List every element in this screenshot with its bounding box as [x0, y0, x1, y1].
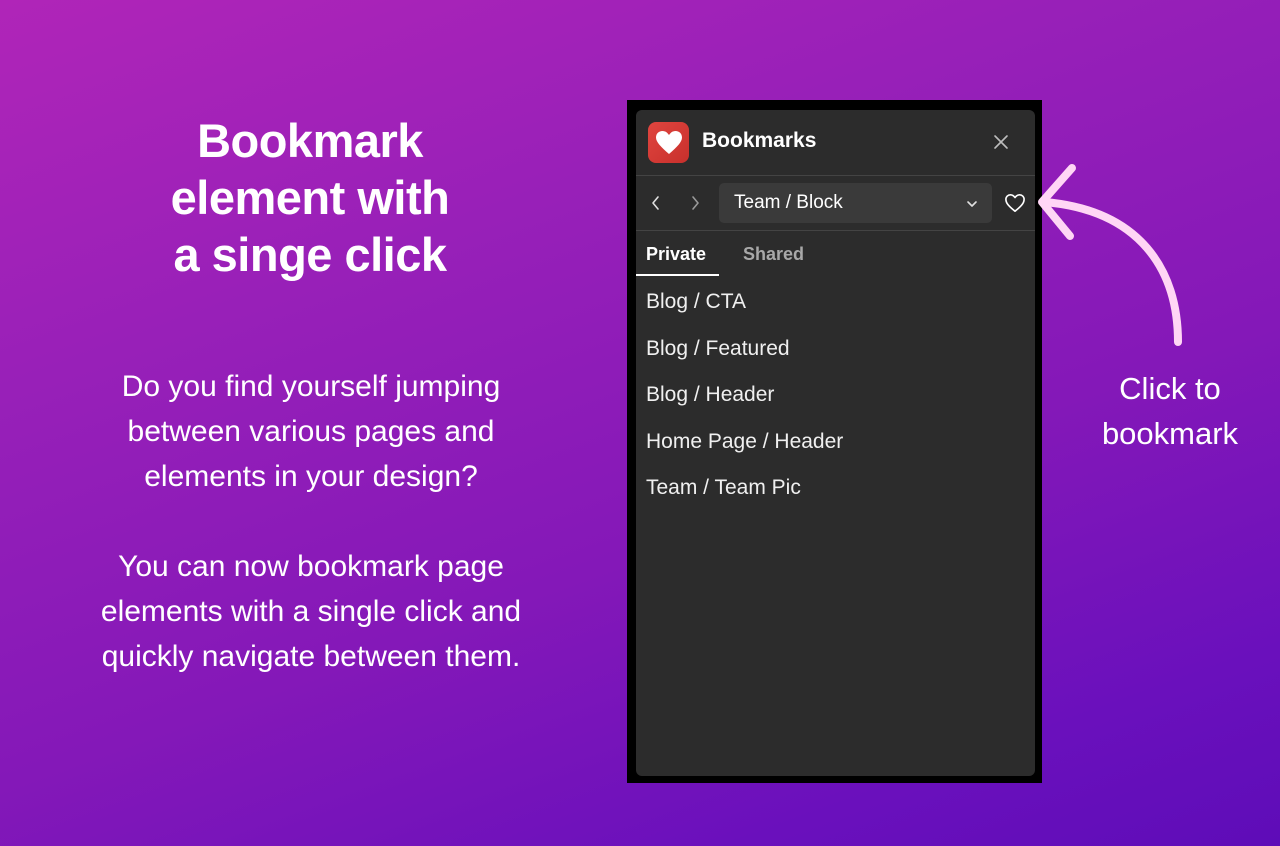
paragraph2-line-3: quickly navigate between them.	[101, 640, 521, 673]
headline-line-3: a singe click	[173, 228, 447, 281]
bookmark-item[interactable]: Blog / Featured	[636, 335, 1035, 382]
close-icon[interactable]	[988, 129, 1014, 155]
tab-shared[interactable]: Shared	[743, 244, 804, 265]
bookmark-item[interactable]: Home Page / Header	[636, 428, 1035, 475]
callout-label-line-1: Click to	[1119, 371, 1221, 406]
bookmark-item[interactable]: Blog / Header	[636, 381, 1035, 428]
heart-logo-icon	[648, 122, 689, 163]
callout-label: Click to bookmark	[1080, 366, 1260, 456]
paragraph1-line-2: between various pages and	[127, 415, 495, 448]
headline-line-1: Bookmark	[197, 114, 423, 167]
chevron-down-icon	[967, 201, 977, 207]
callout-label-line-2: bookmark	[1101, 416, 1239, 451]
chevron-left-icon[interactable]	[644, 191, 668, 215]
bookmark-item[interactable]: Team / Team Pic	[636, 474, 1035, 521]
paragraph1-line-3: elements in your design?	[144, 460, 478, 493]
promo-paragraph-answer: You can now bookmark page elements with …	[40, 544, 582, 679]
heart-outline-icon[interactable]	[1001, 190, 1029, 216]
paragraph2-line-1: You can now bookmark page	[118, 550, 504, 583]
paragraph1-line-1: Do you find yourself jumping	[121, 370, 501, 403]
bookmarks-panel: Bookmarks Team / Block Private Shared Bl…	[636, 110, 1035, 776]
tab-private[interactable]: Private	[646, 244, 706, 265]
selected-element-label: Team / Block	[734, 192, 843, 213]
panel-title: Bookmarks	[702, 129, 817, 152]
paragraph2-line-2: elements with a single click and	[100, 595, 522, 628]
bookmark-item[interactable]: Blog / CTA	[636, 288, 1035, 335]
promo-headline: Bookmark element with a singe click	[110, 112, 510, 283]
navigation-bar: Team / Block	[636, 176, 1035, 231]
active-tab-indicator	[636, 274, 719, 276]
chevron-right-icon[interactable]	[683, 191, 707, 215]
promo-paragraph-question: Do you find yourself jumping between var…	[40, 364, 582, 499]
bookmark-list: Blog / CTA Blog / Featured Blog / Header…	[636, 288, 1035, 521]
element-select[interactable]: Team / Block	[719, 183, 992, 223]
callout-arrow-icon	[1038, 164, 1182, 346]
panel-header: Bookmarks	[636, 110, 1035, 176]
headline-line-2: element with	[170, 171, 450, 224]
tab-bar: Private Shared	[636, 231, 1035, 277]
